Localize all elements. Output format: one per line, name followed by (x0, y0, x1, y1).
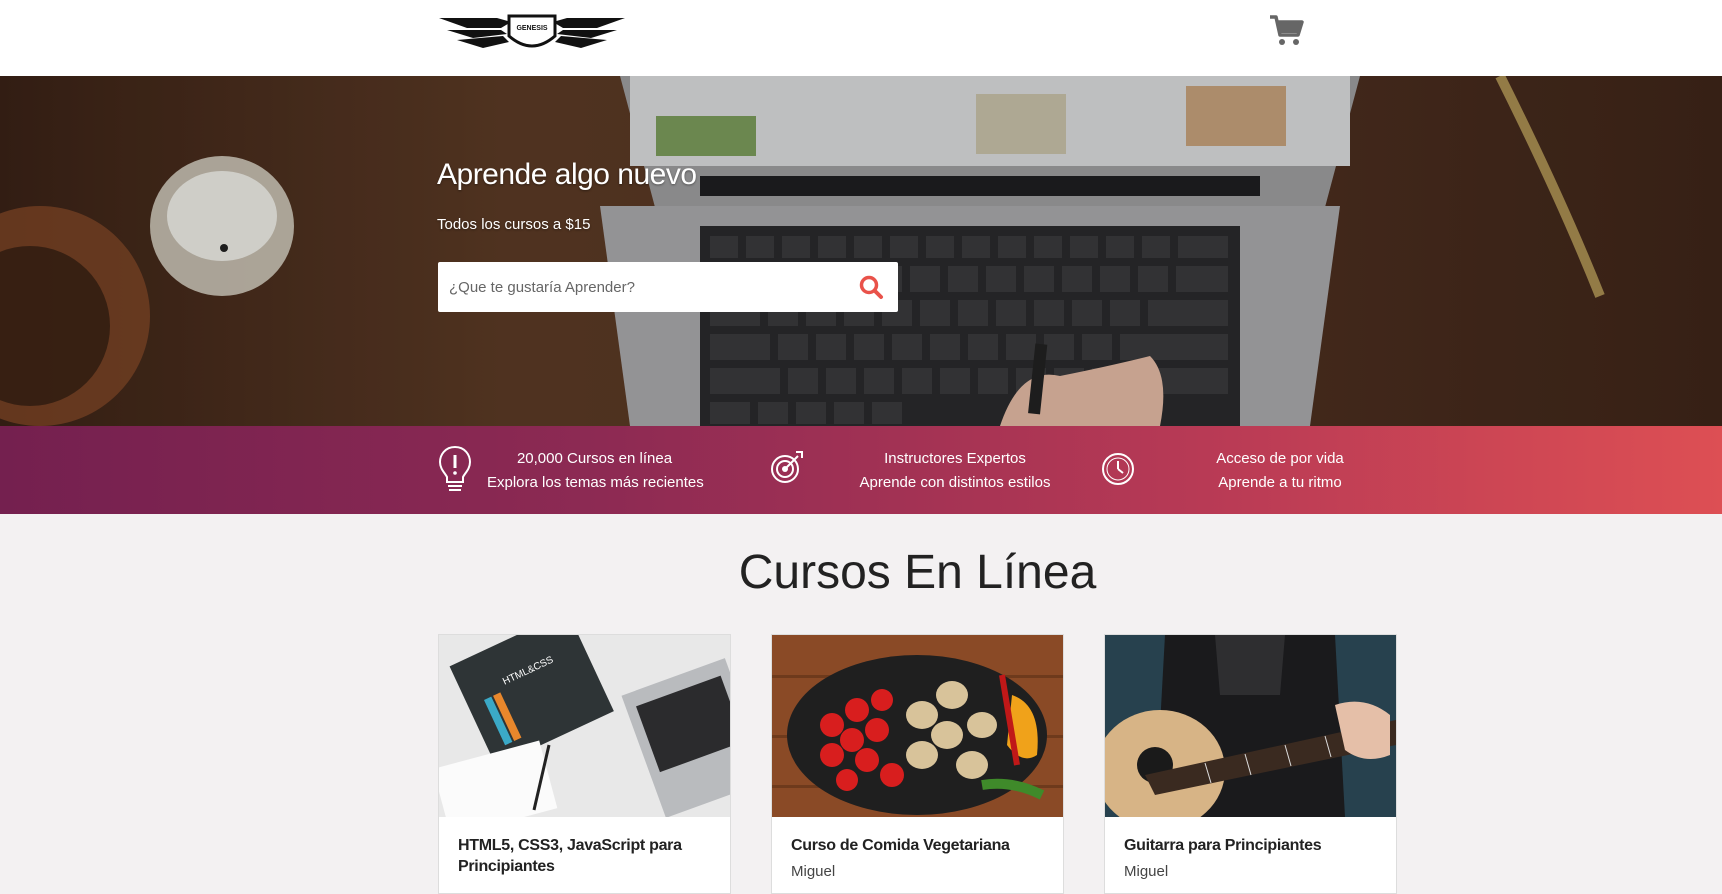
feature-title: 20,000 Cursos en línea (516, 450, 673, 467)
lightbulb-icon (438, 445, 472, 491)
feature-lifetime-access: Acceso de por vida Aprende a tu ritmo (1100, 426, 1400, 514)
search-input[interactable] (438, 262, 848, 312)
course-card[interactable]: Guitarra para Principiantes Miguel (1104, 634, 1397, 894)
course-image (772, 635, 1063, 817)
feature-instructors: Instructores Expertos Aprende con distin… (768, 426, 1068, 514)
course-title: Curso de Comida Vegetariana (791, 837, 1010, 854)
svg-text:GENESIS: GENESIS (516, 25, 547, 32)
site-header: GENESIS (0, 0, 1722, 76)
search-icon[interactable] (858, 274, 884, 300)
hero-banner: Aprende algo nuevo Todos los cursos a $1… (0, 76, 1722, 426)
feature-courses: 20,000 Cursos en línea Explora los temas… (437, 426, 737, 514)
courses-section-title: Cursos En Línea (738, 546, 1097, 599)
course-card[interactable]: Curso de Comida Vegetariana Miguel (771, 634, 1064, 894)
course-image: HTML&CSS (439, 635, 730, 817)
course-card[interactable]: HTML&CSS HTML5, CSS3, JavaScript para Pr… (438, 634, 731, 894)
shopping-cart-icon[interactable] (1268, 12, 1304, 48)
feature-description: Aprende a tu ritmo (1218, 474, 1342, 491)
course-title: Guitarra para Principiantes (1124, 837, 1322, 854)
course-author: Miguel (791, 863, 836, 880)
feature-description: Aprende con distintos estilos (859, 474, 1051, 491)
feature-description: Explora los temas más recientes (487, 474, 704, 491)
clock-icon (1102, 453, 1134, 485)
target-icon (771, 451, 803, 483)
course-image (1105, 635, 1396, 817)
hero-subtitle: Todos los cursos a $15 (437, 216, 591, 233)
feature-title: Instructores Expertos (884, 450, 1026, 467)
hero-title: Aprende algo nuevo (437, 158, 697, 191)
features-band: 20,000 Cursos en línea Explora los temas… (0, 426, 1722, 514)
search-box (438, 262, 898, 312)
genesis-logo[interactable]: GENESIS (437, 12, 627, 58)
course-author: Miguel (1124, 863, 1169, 880)
hero-background-image (0, 76, 1722, 426)
feature-title: Acceso de por vida (1216, 450, 1344, 467)
course-title: HTML5, CSS3, JavaScript para Principiant… (458, 837, 682, 875)
